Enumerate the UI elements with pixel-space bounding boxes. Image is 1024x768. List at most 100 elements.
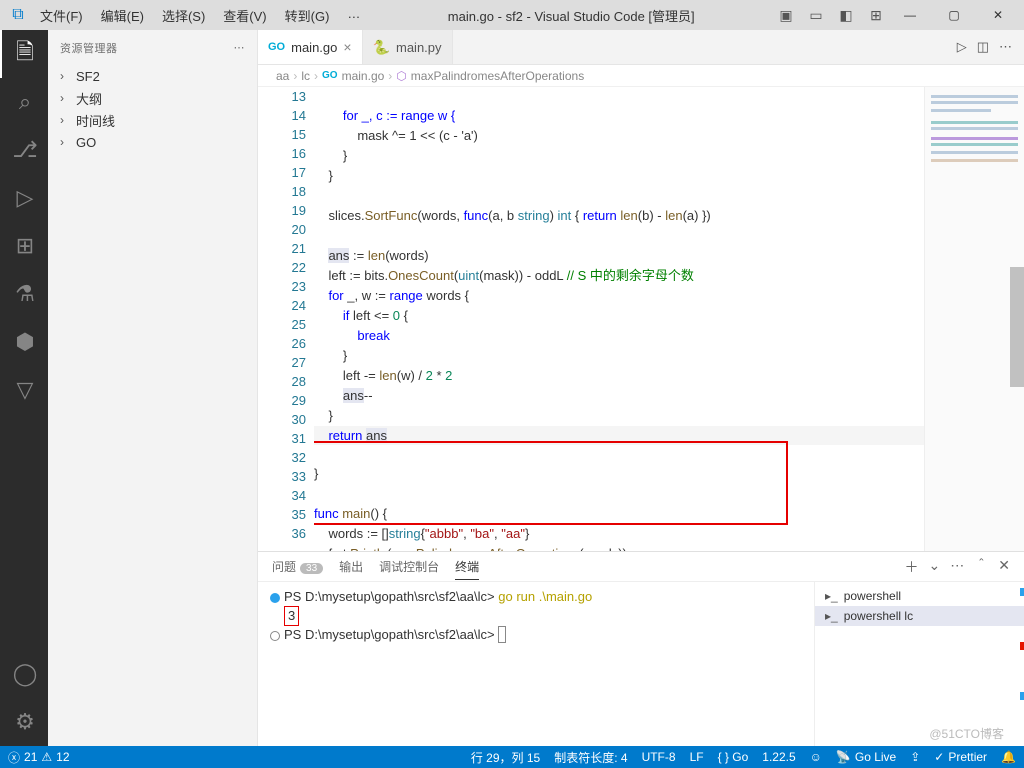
go-file-icon: GO: [268, 41, 285, 53]
status-prettier[interactable]: ✓Prettier: [934, 750, 987, 764]
explorer-tree: ›SF2 ›大纲 ›时间线 ›GO: [48, 65, 257, 161]
status-bar: ⓧ21⚠12 行 29，列 15 制表符长度: 4 UTF-8 LF { } G…: [0, 746, 1024, 768]
output-highlight: 3: [284, 606, 299, 626]
status-eol[interactable]: LF: [690, 750, 704, 764]
tab-label: main.go: [291, 40, 337, 55]
code-content[interactable]: for _, c := range w { mask ^= 1 << (c - …: [314, 87, 924, 551]
menu-bar: 文件(F) 编辑(E) 选择(S) 查看(V) 转到(G) …: [32, 2, 368, 29]
sidebar-header: 资源管理器 ⋯: [48, 30, 257, 65]
tree-go[interactable]: ›GO: [56, 131, 257, 153]
chevron-right-icon: ›: [60, 91, 72, 105]
panel-tab-debug[interactable]: 调试控制台: [379, 554, 439, 579]
main-area: 🗎 ⌕ ⎇ ▷ ⊞ ⚗ ⬢ ▽ ◯ ⚙ 资源管理器 ⋯ ›SF2 ›大纲 ›时间…: [0, 30, 1024, 746]
tree-outline[interactable]: ›大纲: [56, 87, 257, 109]
editor-more-icon[interactable]: ⋯: [999, 39, 1012, 55]
scrollbar-thumb[interactable]: [1010, 267, 1024, 387]
activity-bar: 🗎 ⌕ ⎇ ▷ ⊞ ⚗ ⬢ ▽ ◯ ⚙: [0, 30, 48, 746]
editor-tabs: GO main.go × 🐍 main.py ▷ ◫ ⋯: [258, 30, 1024, 65]
explorer-icon[interactable]: 🗎: [0, 30, 48, 78]
terminal-list: ▸_powershell ▸_powershell lc: [814, 582, 1024, 746]
terminal-icon: ▸_: [825, 609, 838, 623]
code-editor[interactable]: 1314151617181920212223242526272829303132…: [258, 87, 1024, 551]
status-encoding[interactable]: UTF-8: [642, 750, 676, 764]
panel-toggle-icon[interactable]: ▭: [804, 3, 828, 27]
python-file-icon: 🐍: [373, 39, 390, 56]
split-editor-icon[interactable]: ◫: [977, 39, 989, 55]
panel-tab-output[interactable]: 输出: [339, 554, 363, 579]
status-golive[interactable]: 📡Go Live: [836, 750, 896, 764]
run-icon[interactable]: ▷: [957, 39, 967, 55]
panel-tabs: 问题33 输出 调试控制台 终端 ＋ ⌄ ⋯ ＾ ✕: [258, 552, 1024, 582]
panel-tab-terminal[interactable]: 终端: [455, 554, 479, 580]
status-errors[interactable]: ⓧ21⚠12: [8, 749, 70, 766]
check-icon: ✓: [934, 750, 944, 764]
layout-toggle-icon[interactable]: ▣: [774, 3, 798, 27]
editor-actions: ▷ ◫ ⋯: [945, 30, 1024, 64]
sidebar-more-icon[interactable]: ⋯: [234, 41, 246, 54]
status-tabsize[interactable]: 制表符长度: 4: [554, 749, 627, 766]
panel-actions: ＋ ⌄ ⋯ ＾ ✕: [905, 557, 1010, 577]
menu-edit[interactable]: 编辑(E): [93, 2, 152, 29]
terminal-output[interactable]: PS D:\mysetup\gopath\src\sf2\aa\lc> go r…: [258, 582, 814, 746]
window-title: main.go - sf2 - Visual Studio Code [管理员]: [368, 6, 774, 25]
menu-view[interactable]: 查看(V): [215, 2, 274, 29]
menu-select[interactable]: 选择(S): [154, 2, 213, 29]
tab-close-icon[interactable]: ×: [343, 39, 351, 55]
terminal-item[interactable]: ▸_powershell lc: [815, 606, 1024, 626]
panel-more-icon[interactable]: ⋯: [950, 557, 964, 577]
testing-icon[interactable]: ⚗: [0, 270, 48, 318]
menu-goto[interactable]: 转到(G): [277, 2, 338, 29]
status-language[interactable]: { } Go: [718, 750, 749, 764]
tree-folder-sf2[interactable]: ›SF2: [56, 65, 257, 87]
chevron-right-icon: ›: [60, 113, 72, 127]
terminal-dropdown-icon[interactable]: ⌄: [929, 557, 941, 577]
status-go-version[interactable]: 1.22.5: [762, 750, 795, 764]
breadcrumb[interactable]: aa› lc› GO main.go› ⬡ maxPalindromesAfte…: [258, 65, 1024, 87]
maximize-button[interactable]: ▢: [932, 0, 976, 30]
tab-main-py[interactable]: 🐍 main.py: [363, 30, 453, 64]
tab-label: main.py: [396, 40, 442, 55]
tab-main-go[interactable]: GO main.go ×: [258, 30, 363, 64]
minimize-button[interactable]: —: [888, 0, 932, 30]
source-control-icon[interactable]: ⎇: [0, 126, 48, 174]
sidebar-toggle-icon[interactable]: ◧: [834, 3, 858, 27]
go-file-icon: GO: [322, 70, 338, 81]
broadcast-icon: 📡: [836, 750, 851, 764]
filter-icon[interactable]: ▽: [0, 366, 48, 414]
terminal-item[interactable]: ▸_powershell: [815, 586, 1024, 606]
run-debug-icon[interactable]: ▷: [0, 174, 48, 222]
new-terminal-icon[interactable]: ＋: [905, 557, 919, 577]
extensions-icon[interactable]: ⊞: [0, 222, 48, 270]
editor-area: GO main.go × 🐍 main.py ▷ ◫ ⋯ aa› lc› GO …: [258, 30, 1024, 746]
close-button[interactable]: ✕: [976, 0, 1020, 30]
panel-tab-problems[interactable]: 问题33: [272, 554, 323, 579]
window-controls: — ▢ ✕: [888, 0, 1020, 30]
status-share-icon[interactable]: ⇪: [910, 750, 920, 764]
vscode-icon: ⧉: [4, 6, 32, 24]
chevron-right-icon: ›: [60, 135, 72, 149]
search-icon[interactable]: ⌕: [0, 78, 48, 126]
error-icon: ⓧ: [8, 749, 20, 766]
chevron-right-icon: ›: [60, 69, 72, 83]
line-gutter: 1314151617181920212223242526272829303132…: [258, 87, 314, 551]
remote-icon[interactable]: ⬢: [0, 318, 48, 366]
sidebar-title: 资源管理器: [60, 40, 118, 56]
customize-layout-icon[interactable]: ⊞: [864, 3, 888, 27]
warning-icon: ⚠: [41, 750, 52, 764]
close-panel-icon[interactable]: ✕: [998, 557, 1010, 577]
sidebar: 资源管理器 ⋯ ›SF2 ›大纲 ›时间线 ›GO: [48, 30, 258, 746]
account-icon[interactable]: ◯: [0, 650, 48, 698]
title-bar: ⧉ 文件(F) 编辑(E) 选择(S) 查看(V) 转到(G) … main.g…: [0, 0, 1024, 30]
status-line-col[interactable]: 行 29，列 15: [471, 749, 540, 766]
menu-file[interactable]: 文件(F): [32, 2, 91, 29]
settings-icon[interactable]: ⚙: [0, 698, 48, 746]
minimap[interactable]: [924, 87, 1024, 551]
symbol-icon: ⬡: [396, 69, 406, 83]
status-feedback-icon[interactable]: ☺: [810, 750, 822, 764]
title-actions: ▣ ▭ ◧ ⊞: [774, 3, 888, 27]
status-bell-icon[interactable]: 🔔: [1001, 750, 1016, 764]
maximize-panel-icon[interactable]: ＾: [974, 557, 988, 577]
terminal-icon: ▸_: [825, 589, 838, 603]
tree-timeline[interactable]: ›时间线: [56, 109, 257, 131]
menu-more[interactable]: …: [339, 2, 368, 29]
